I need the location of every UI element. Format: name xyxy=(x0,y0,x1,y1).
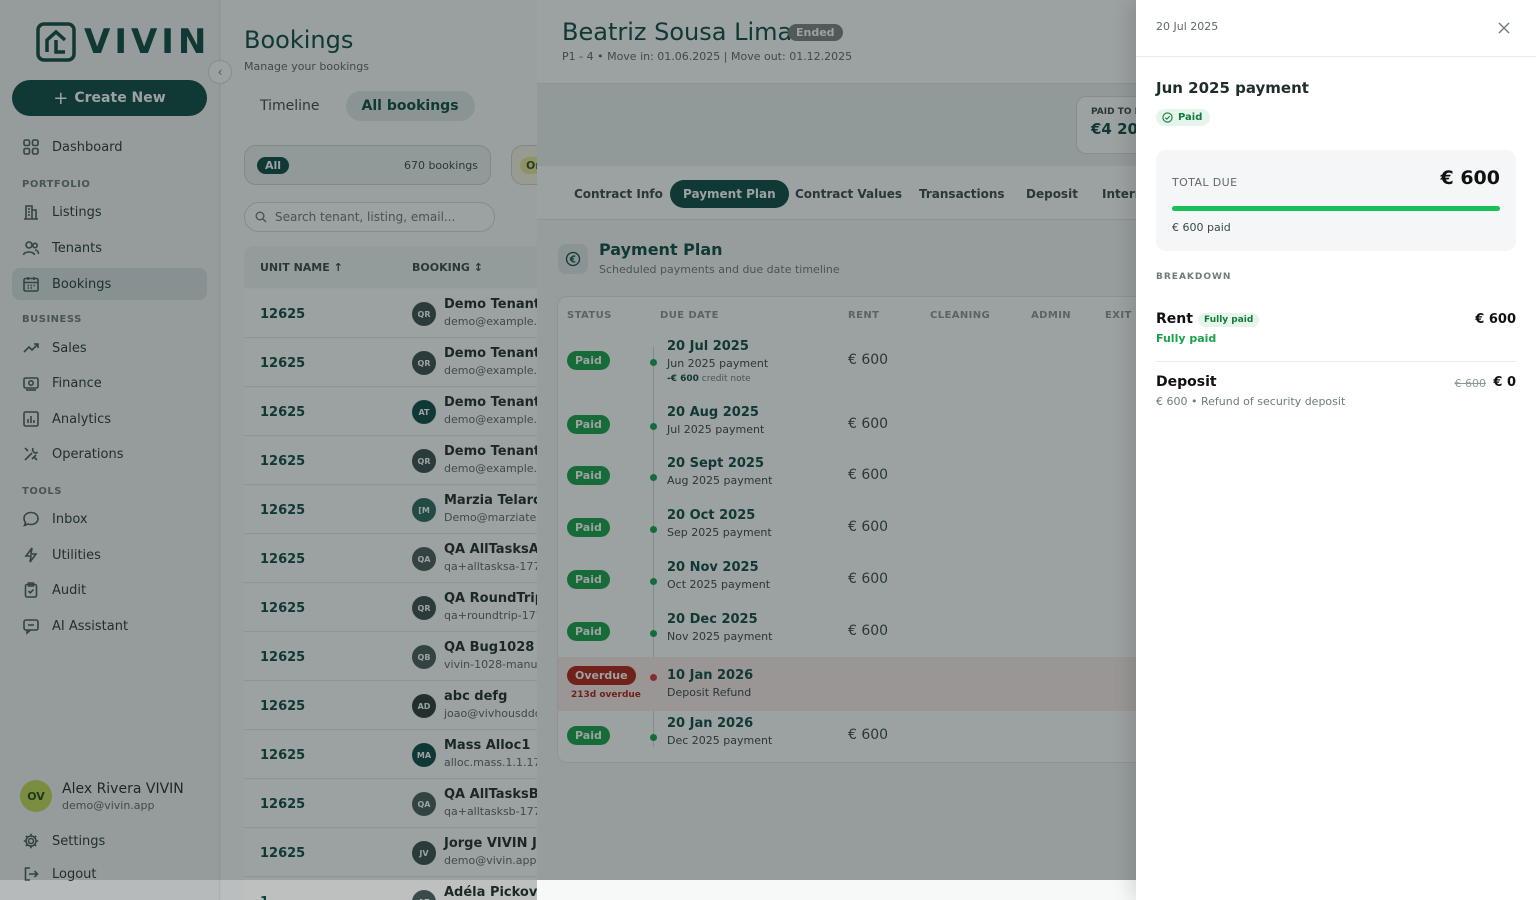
breakdown-label: BREAKDOWN xyxy=(1156,272,1232,282)
paid-status-badge: Paid xyxy=(1156,109,1211,126)
total-due-card: TOTAL DUE € 600 € 600 paid xyxy=(1156,150,1516,251)
check-circle-icon xyxy=(1162,112,1173,123)
breakdown-item-original-amount: € 600 xyxy=(1454,377,1487,390)
total-due-value: € 600 xyxy=(1440,167,1501,189)
panel-title: Jun 2025 payment xyxy=(1156,79,1309,97)
breakdown-item-amount: € 0 xyxy=(1493,375,1516,390)
modal-backdrop-bottom[interactable] xyxy=(0,880,537,900)
payment-progress-fill xyxy=(1172,206,1500,211)
total-due-label: TOTAL DUE xyxy=(1172,176,1238,189)
fully-paid-tag: Fully paid xyxy=(1198,313,1260,327)
divider xyxy=(1136,56,1536,57)
breakdown-item-name: Deposit xyxy=(1156,374,1217,390)
breakdown-item-name: Rent xyxy=(1156,311,1193,327)
payment-progress-bar xyxy=(1172,206,1500,211)
breakdown-item-status: Fully paid xyxy=(1156,332,1217,345)
breakdown-item-amount: € 600 xyxy=(1475,312,1516,327)
breakdown-item-description: € 600 • Refund of security deposit xyxy=(1156,395,1346,408)
close-icon[interactable] xyxy=(1496,20,1512,36)
divider xyxy=(1156,361,1516,362)
amount-paid-text: € 600 paid xyxy=(1172,221,1231,234)
paid-status-label: Paid xyxy=(1178,112,1203,123)
panel-date: 20 Jul 2025 xyxy=(1156,20,1219,33)
payment-detail-panel: 20 Jul 2025 Jun 2025 payment Paid TOTAL … xyxy=(1136,0,1536,900)
